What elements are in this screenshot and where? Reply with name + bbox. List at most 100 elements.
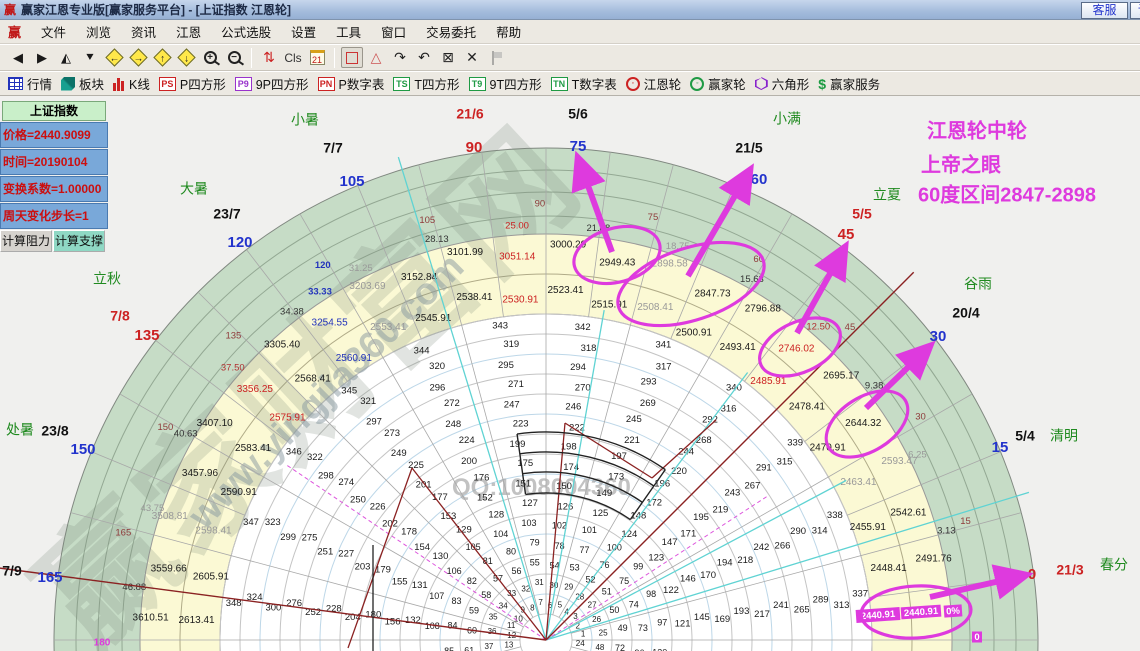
menu-3[interactable]: 江恩 <box>166 23 211 43</box>
svg-text:294: 294 <box>570 362 586 373</box>
badge-icon: TN <box>550 76 568 91</box>
tool-T数字表[interactable]: TN T数字表 <box>550 74 617 93</box>
flag-icon[interactable] <box>485 47 507 68</box>
forum-button-clipped[interactable]: 论坛 <box>1130 2 1140 19</box>
svg-text:3407.10: 3407.10 <box>197 418 234 429</box>
svg-text:2613.41: 2613.41 <box>178 615 215 626</box>
svg-text:15: 15 <box>992 439 1009 456</box>
badge-icon: P9 <box>234 76 252 91</box>
svg-text:270: 270 <box>575 383 591 394</box>
menu-5[interactable]: 设置 <box>281 23 326 43</box>
svg-text:2644.32: 2644.32 <box>845 418 882 429</box>
calc-resistance-button[interactable]: 计算阻力 <box>0 230 52 252</box>
svg-text:7: 7 <box>538 598 543 607</box>
svg-text:245: 245 <box>626 414 642 425</box>
svg-text:2530.91: 2530.91 <box>502 295 539 306</box>
svg-text:春分: 春分 <box>1100 557 1128 573</box>
tool-P数字表[interactable]: PN P数字表 <box>317 74 384 93</box>
box-x-icon[interactable]: ⊠ <box>437 47 459 68</box>
menu-7[interactable]: 窗口 <box>371 23 416 43</box>
svg-text:5: 5 <box>558 600 563 609</box>
rotate-up-icon[interactable]: ◭ <box>55 47 77 68</box>
calc-support-button[interactable]: 计算支撑 <box>53 230 105 252</box>
svg-text:196: 196 <box>654 479 670 490</box>
tool-板块[interactable]: 板块 <box>61 74 104 93</box>
tool-六角形[interactable]: 六角形 <box>754 74 809 93</box>
svg-text:26: 26 <box>592 615 601 624</box>
tool-K线[interactable]: K线 <box>113 74 150 93</box>
svg-text:30: 30 <box>915 411 926 422</box>
tool-行情[interactable]: 行情 <box>8 74 52 93</box>
svg-text:266: 266 <box>775 540 791 551</box>
svg-text:337: 337 <box>852 589 868 600</box>
customer-service-button[interactable]: 客服 <box>1081 2 1128 19</box>
menu-2[interactable]: 资讯 <box>121 23 166 43</box>
step-up-icon[interactable]: ↑ <box>151 47 173 68</box>
zoom-in-icon[interactable]: + <box>199 47 221 68</box>
svg-text:154: 154 <box>414 542 430 553</box>
step-right-icon[interactable]: → <box>127 47 149 68</box>
gann-wheel-chart[interactable]: 赢家财富网www.yingjia360.comQQ:10080043602412… <box>0 0 1140 651</box>
back-icon[interactable]: ◀ <box>7 47 29 68</box>
hexagon-icon <box>754 77 768 90</box>
tool-赢家服务[interactable]: $ 赢家服务 <box>818 74 880 93</box>
svg-text:105: 105 <box>419 215 435 226</box>
zoom-out-icon[interactable]: − <box>223 47 245 68</box>
main-toolbar: ◀ ▶ ◭ ⯆ ← → ↑ ↓ + − ⇅ Cls 21 △ ↷ ↶ ⊠ ✕ <box>0 44 1140 71</box>
svg-text:289: 289 <box>813 594 829 605</box>
svg-text:200: 200 <box>461 456 477 467</box>
svg-text:84: 84 <box>447 621 457 631</box>
triangle-tool-icon[interactable]: △ <box>365 47 387 68</box>
forward-icon[interactable]: ▶ <box>31 47 53 68</box>
svg-text:7/8: 7/8 <box>110 308 130 324</box>
svg-text:321: 321 <box>360 396 376 407</box>
tool-9P四方形[interactable]: P9 9P四方形 <box>234 74 309 93</box>
svg-text:49: 49 <box>618 623 628 633</box>
rotate-down-icon[interactable]: ⯆ <box>79 47 101 68</box>
svg-text:23/8: 23/8 <box>41 423 68 439</box>
svg-text:21/3: 21/3 <box>1056 562 1083 578</box>
svg-text:55: 55 <box>530 558 540 568</box>
menu-0[interactable]: 文件 <box>31 23 76 43</box>
cross-tool-icon[interactable]: ✕ <box>461 47 483 68</box>
updown-scale-icon[interactable]: ⇅ <box>258 47 280 68</box>
quote-row-1: 时间=20190104 <box>0 149 108 175</box>
calendar-icon[interactable]: 21 <box>306 47 328 68</box>
svg-text:82: 82 <box>467 576 477 586</box>
svg-text:3.13: 3.13 <box>937 525 956 536</box>
menu-8[interactable]: 交易委托 <box>416 23 486 43</box>
svg-text:102: 102 <box>552 521 567 531</box>
cls-button[interactable]: Cls <box>282 47 304 68</box>
menu-4[interactable]: 公式选股 <box>211 23 281 43</box>
svg-text:322: 322 <box>307 452 323 463</box>
menu-6[interactable]: 工具 <box>326 23 371 43</box>
rotate-ccw-icon[interactable]: ↶ <box>413 47 435 68</box>
svg-text:25: 25 <box>599 628 608 637</box>
svg-text:273: 273 <box>384 428 400 439</box>
svg-text:299: 299 <box>280 532 296 543</box>
svg-text:272: 272 <box>444 398 460 409</box>
svg-text:121: 121 <box>675 618 691 629</box>
tool-T四方形[interactable]: TS T四方形 <box>393 74 460 93</box>
square-tool-icon[interactable] <box>341 47 363 68</box>
svg-text:37.50: 37.50 <box>221 362 245 373</box>
svg-text:341: 341 <box>655 340 671 351</box>
step-left-icon[interactable]: ← <box>103 47 125 68</box>
svg-text:146: 146 <box>680 573 696 584</box>
tool-江恩轮[interactable]: ◦ 江恩轮 <box>625 74 681 93</box>
svg-text:323: 323 <box>265 517 281 528</box>
svg-text:90: 90 <box>466 139 483 156</box>
svg-text:48: 48 <box>595 643 604 651</box>
menu-9[interactable]: 帮助 <box>486 23 531 43</box>
svg-text:0: 0 <box>974 632 979 643</box>
svg-text:2500.91: 2500.91 <box>676 327 713 338</box>
tool-9T四方形[interactable]: T9 9T四方形 <box>468 74 542 93</box>
svg-text:21/5: 21/5 <box>735 140 762 156</box>
step-down-icon[interactable]: ↓ <box>175 47 197 68</box>
rotate-cw-icon[interactable]: ↷ <box>389 47 411 68</box>
svg-text:34: 34 <box>499 601 508 610</box>
menu-1[interactable]: 浏览 <box>76 23 121 43</box>
svg-text:346: 346 <box>286 447 302 458</box>
tool-赢家轮[interactable]: ◦ 赢家轮 <box>690 74 746 93</box>
tool-P四方形[interactable]: PS P四方形 <box>158 74 226 93</box>
